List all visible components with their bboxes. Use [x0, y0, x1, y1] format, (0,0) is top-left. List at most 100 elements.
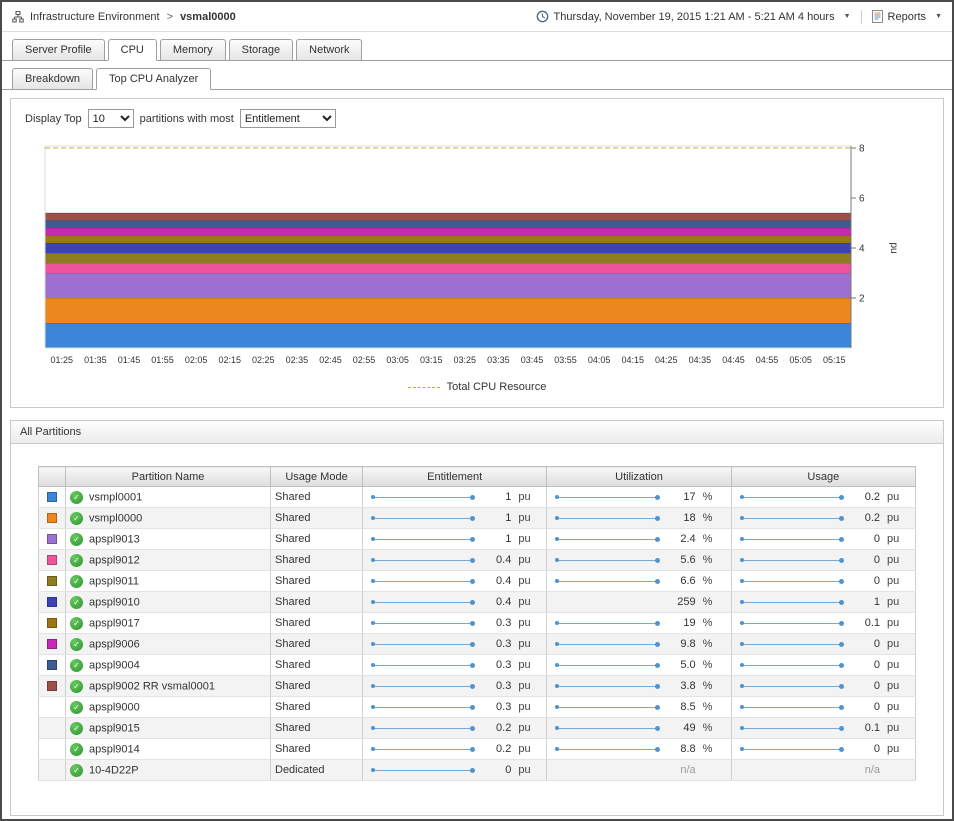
- table-row[interactable]: ✓apspl9004Shared0.3pu5.0%0pu: [39, 655, 916, 676]
- entitlement-cell: 0.3pu: [363, 613, 547, 634]
- utilization-cell: 19%: [547, 613, 731, 634]
- utilization-unit: %: [703, 512, 721, 524]
- sparkline: [371, 639, 475, 649]
- tab-cpu[interactable]: CPU: [108, 39, 157, 61]
- partition-name-cell: ✓apspl9017: [66, 613, 271, 634]
- sparkline: [555, 639, 659, 649]
- column-header-entitlement[interactable]: Entitlement: [363, 467, 547, 487]
- entitlement-cell: 0.4pu: [363, 571, 547, 592]
- status-ok-icon: ✓: [70, 617, 83, 630]
- table-row[interactable]: ✓apspl9014Shared0.2pu8.8%0pu: [39, 739, 916, 760]
- entitlement-value: 1: [485, 533, 511, 545]
- column-header-utilization[interactable]: Utilization: [547, 467, 731, 487]
- reports-menu[interactable]: Reports ▼: [872, 10, 942, 23]
- utilization-cell: 259%: [547, 592, 731, 613]
- svg-text:02:15: 02:15: [218, 355, 241, 365]
- entitlement-unit: pu: [518, 554, 536, 566]
- svg-text:2: 2: [859, 294, 865, 305]
- table-row[interactable]: ✓apspl9012Shared0.4pu5.6%0pu: [39, 550, 916, 571]
- entitlement-unit: pu: [518, 701, 536, 713]
- usage-mode-cell: Shared: [271, 487, 363, 508]
- utilization-unit: %: [703, 638, 721, 650]
- partition-name-cell: ✓apspl9013: [66, 529, 271, 550]
- tab-memory[interactable]: Memory: [160, 39, 226, 61]
- table-row[interactable]: ✓apspl9015Shared0.2pu49%0.1pu: [39, 718, 916, 739]
- series-color-swatch: [47, 639, 57, 649]
- utilization-value: 2.4: [670, 533, 696, 545]
- utilization-cell: 2.4%: [547, 529, 731, 550]
- table-row[interactable]: ✓vsmpl0000Shared1pu18%0.2pu: [39, 508, 916, 529]
- partition-name: apspl9014: [89, 743, 140, 755]
- table-row[interactable]: ✓apspl9006Shared0.3pu9.8%0pu: [39, 634, 916, 655]
- series-color-cell: [39, 634, 66, 655]
- usage-cell: 0pu: [731, 634, 915, 655]
- series-color-cell: [39, 676, 66, 697]
- utilization-unit: %: [703, 596, 721, 608]
- utilization-value: 5.0: [670, 659, 696, 671]
- all-partitions-panel: All Partitions Partition NameUsage ModeE…: [10, 420, 944, 816]
- sparkline: [740, 723, 844, 733]
- usage-value: 0.2: [854, 491, 880, 503]
- top-count-select[interactable]: 10: [88, 109, 134, 128]
- subtab-breakdown[interactable]: Breakdown: [12, 68, 93, 90]
- usage-unit: pu: [887, 743, 905, 755]
- cpu-stack-chart: 2468pu01:2501:3501:4501:5502:0502:1502:2…: [35, 134, 919, 372]
- series-color-swatch: [47, 681, 57, 691]
- utilization-cell: 18%: [547, 508, 731, 529]
- timerange-label: Thursday, November 19, 2015 1:21 AM - 5:…: [554, 11, 835, 23]
- entitlement-unit: pu: [518, 596, 536, 608]
- tab-server-profile[interactable]: Server Profile: [12, 39, 105, 61]
- column-header-usage[interactable]: Usage: [731, 467, 915, 487]
- svg-text:04:15: 04:15: [621, 355, 644, 365]
- usage-value: 0: [854, 743, 880, 755]
- status-ok-icon: ✓: [70, 638, 83, 651]
- table-row[interactable]: ✓apspl9013Shared1pu2.4%0pu: [39, 529, 916, 550]
- svg-text:8: 8: [859, 144, 865, 155]
- breadcrumb-current: vsmal0000: [180, 11, 236, 23]
- svg-text:01:25: 01:25: [51, 355, 74, 365]
- partition-name-cell: ✓apspl9010: [66, 592, 271, 613]
- sparkline: [555, 513, 659, 523]
- color-column-header: [39, 467, 66, 487]
- usage-cell: 0pu: [731, 676, 915, 697]
- column-header-usage-mode[interactable]: Usage Mode: [271, 467, 363, 487]
- usage-cell: 1pu: [731, 592, 915, 613]
- usage-mode-cell: Shared: [271, 550, 363, 571]
- column-header-partition-name[interactable]: Partition Name: [66, 467, 271, 487]
- metric-select[interactable]: Entitlement: [240, 109, 336, 128]
- utilization-unit: %: [703, 554, 721, 566]
- series-color-swatch: [47, 597, 57, 607]
- table-row[interactable]: ✓apspl9011Shared0.4pu6.6%0pu: [39, 571, 916, 592]
- subtab-top-cpu-analyzer[interactable]: Top CPU Analyzer: [96, 68, 211, 90]
- table-row[interactable]: ✓apspl9000Shared0.3pu8.5%0pu: [39, 697, 916, 718]
- breadcrumb-root[interactable]: Infrastructure Environment: [30, 11, 160, 23]
- series-color-swatch: [47, 492, 57, 502]
- partition-name-cell: ✓apspl9015: [66, 718, 271, 739]
- tab-network[interactable]: Network: [296, 39, 362, 61]
- partition-name-cell: ✓apspl9014: [66, 739, 271, 760]
- utilization-value: 8.8: [670, 743, 696, 755]
- timerange-control[interactable]: Thursday, November 19, 2015 1:21 AM - 5:…: [536, 10, 851, 23]
- svg-text:04:25: 04:25: [655, 355, 678, 365]
- sparkline: [740, 660, 844, 670]
- utilization-unit: %: [703, 533, 721, 545]
- table-row[interactable]: ✓vsmpl0001Shared1pu17%0.2pu: [39, 487, 916, 508]
- sparkline: [371, 681, 475, 691]
- svg-text:01:35: 01:35: [84, 355, 107, 365]
- tab-storage[interactable]: Storage: [229, 39, 294, 61]
- top-cpu-analyzer-panel: Display Top 10 partitions with most Enti…: [10, 98, 944, 408]
- sparkline: [555, 660, 659, 670]
- utilization-cell: 5.6%: [547, 550, 731, 571]
- app-window: Infrastructure Environment > vsmal0000 T…: [0, 0, 954, 821]
- table-row[interactable]: ✓10-4D22PDedicated0pun/an/a: [39, 760, 916, 781]
- table-row[interactable]: ✓apspl9002 RR vsmal0001Shared0.3pu3.8%0p…: [39, 676, 916, 697]
- usage-cell: 0pu: [731, 571, 915, 592]
- table-row[interactable]: ✓apspl9017Shared0.3pu19%0.1pu: [39, 613, 916, 634]
- table-row[interactable]: ✓apspl9010Shared0.4pu259%1pu: [39, 592, 916, 613]
- utilization-cell: 49%: [547, 718, 731, 739]
- entitlement-unit: pu: [518, 743, 536, 755]
- series-color-swatch: [47, 555, 57, 565]
- entitlement-unit: pu: [518, 680, 536, 692]
- sparkline: [371, 723, 475, 733]
- sparkline: [740, 681, 844, 691]
